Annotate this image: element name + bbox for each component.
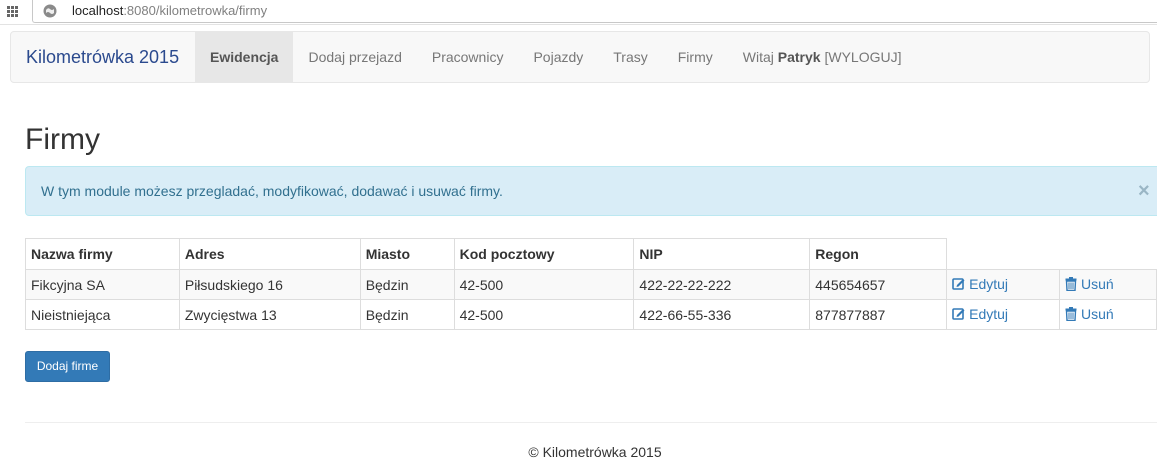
cell-name: Nieistniejąca	[25, 299, 180, 330]
delete-label: Usuń	[1081, 305, 1114, 322]
trash-icon	[1065, 276, 1077, 291]
firms-table: Nazwa firmy Adres Miasto Kod pocztowy NI…	[25, 238, 1157, 330]
cell-regon: 877877887	[809, 299, 948, 330]
column-header-nip: NIP	[633, 238, 811, 270]
edit-label: Edytuj	[969, 275, 1009, 292]
cell-postal-code: 42-500	[453, 299, 635, 330]
nav-item-dodaj-przejazd[interactable]: Dodaj przejazd	[293, 32, 416, 82]
cell-edit: Edytuj	[946, 269, 1061, 300]
cell-delete: Usuń	[1059, 299, 1157, 330]
nav-item-pojazdy[interactable]: Pojazdy	[518, 32, 598, 82]
info-alert: W tym module możesz przegladać, modyfiko…	[25, 166, 1157, 216]
nav-item-pracownicy[interactable]: Pracownicy	[417, 32, 519, 82]
edit-icon	[952, 278, 965, 291]
brand-link[interactable]: Kilometrówka 2015	[26, 32, 179, 82]
cell-postal-code: 42-500	[453, 269, 635, 300]
table-header-row: Nazwa firmy Adres Miasto Kod pocztowy NI…	[25, 238, 1157, 270]
apps-grid-icon[interactable]	[7, 6, 18, 17]
column-header-regon: Regon	[809, 238, 948, 270]
url-host: localhost	[72, 3, 124, 18]
nav-menu: Ewidencja Dodaj przejazd Pracownicy Poja…	[195, 32, 916, 82]
nav-item-trasy[interactable]: Trasy	[598, 32, 662, 82]
column-header-city: Miasto	[359, 238, 455, 270]
table-row: Nieistniejąca Zwycięstwa 13 Będzin 42-50…	[25, 299, 1157, 330]
edit-icon	[952, 308, 965, 321]
username: Patryk	[777, 49, 821, 65]
delete-link[interactable]: Usuń	[1065, 306, 1114, 322]
alert-close-button[interactable]: ×	[1138, 167, 1150, 215]
trash-icon	[1065, 306, 1077, 321]
user-greeting: Witaj Patryk [WYLOGUJ]	[728, 32, 917, 82]
cell-nip: 422-66-55-336	[633, 299, 811, 330]
cell-city: Będzin	[359, 299, 455, 330]
column-header-delete	[1059, 238, 1157, 270]
edit-label: Edytuj	[969, 305, 1009, 322]
cell-nip: 422-22-22-222	[633, 269, 811, 300]
alert-message: W tym module możesz przegladać, modyfiko…	[41, 183, 503, 199]
cell-regon: 445654657	[809, 269, 948, 300]
column-header-address: Adres	[178, 238, 361, 270]
cell-delete: Usuń	[1059, 269, 1157, 300]
table-row: Fikcyjna SA Piłsudskiego 16 Będzin 42-50…	[25, 269, 1157, 300]
page-info-icon[interactable]	[43, 4, 57, 18]
main-navbar: Kilometrówka 2015 Ewidencja Dodaj przeja…	[10, 31, 1150, 83]
url-path: :8080/kilometrowka/firmy	[123, 3, 268, 18]
nav-item-ewidencja[interactable]: Ewidencja	[195, 32, 294, 82]
delete-label: Usuń	[1081, 275, 1114, 292]
page-title: Firmy	[25, 123, 100, 156]
column-header-edit	[946, 238, 1060, 270]
logout-link[interactable]: [WYLOGUJ]	[824, 49, 901, 65]
cell-address: Piłsudskiego 16	[178, 269, 361, 300]
edit-link[interactable]: Edytuj	[952, 306, 1008, 322]
delete-link[interactable]: Usuń	[1065, 276, 1114, 292]
cell-edit: Edytuj	[946, 299, 1061, 330]
cell-city: Będzin	[359, 269, 455, 300]
cell-name: Fikcyjna SA	[25, 269, 180, 300]
nav-item-firmy[interactable]: Firmy	[663, 32, 728, 82]
footer-divider	[25, 422, 1157, 423]
greeting-prefix: Witaj	[742, 49, 774, 65]
column-header-name: Nazwa firmy	[25, 238, 180, 270]
url-text[interactable]: localhost:8080/kilometrowka/firmy	[72, 3, 267, 19]
add-firm-button[interactable]: Dodaj firme	[25, 351, 110, 382]
column-header-postal-code: Kod pocztowy	[453, 238, 635, 270]
edit-link[interactable]: Edytuj	[952, 276, 1008, 292]
footer-copyright: © Kilometrówka 2015	[528, 444, 662, 460]
browser-toolbar: localhost:8080/kilometrowka/firmy	[0, 0, 1157, 25]
cell-address: Zwycięstwa 13	[178, 299, 361, 330]
